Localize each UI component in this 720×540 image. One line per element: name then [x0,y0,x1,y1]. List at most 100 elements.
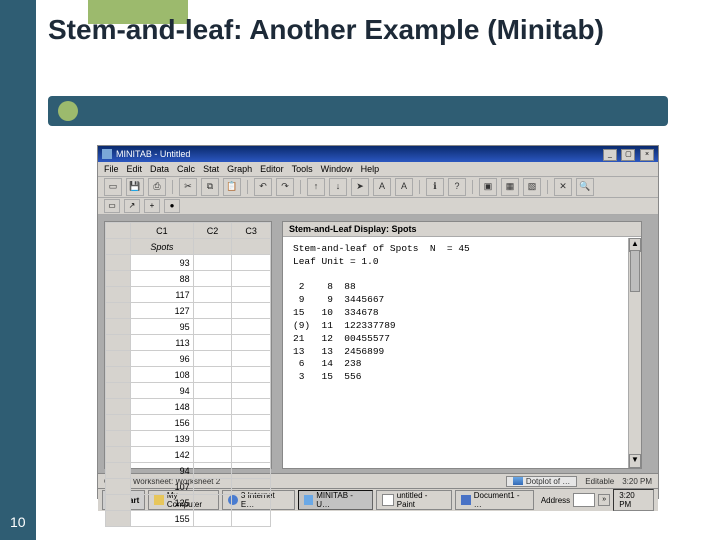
table-row[interactable]: 94 [106,383,271,399]
table-row[interactable]: 148 [106,399,271,415]
row-header[interactable] [106,319,131,335]
col-header-c1[interactable]: C1 [131,223,194,239]
cell-c1[interactable]: 108 [131,367,194,383]
session-output[interactable]: Stem-and-leaf of Spots N = 45 Leaf Unit … [283,237,641,390]
bold-icon[interactable]: A [373,178,391,196]
worksheet-panel[interactable]: C1 C2 C3 Spots 9388117127951139610894148… [104,221,272,469]
row-header[interactable] [106,255,131,271]
cell-c2[interactable] [193,431,232,447]
scroll-down-icon[interactable]: ▼ [629,454,641,468]
info-icon[interactable]: ℹ [426,178,444,196]
table-row[interactable]: 94 [106,463,271,479]
cell-c1[interactable]: 93 [131,255,194,271]
cell-c1[interactable]: 96 [131,351,194,367]
graph-window-icon[interactable]: ▧ [523,178,541,196]
corner-cell[interactable] [106,223,131,239]
row-header[interactable] [106,399,131,415]
menu-window[interactable]: Window [321,164,353,174]
task-word[interactable]: Document1 - … [455,490,534,510]
pointer-icon[interactable]: ➤ [351,178,369,196]
copy-icon[interactable]: ⧉ [201,178,219,196]
table-row[interactable]: 95 [106,319,271,335]
name-row-head[interactable] [106,239,131,255]
row-header[interactable] [106,415,131,431]
cell-c1[interactable]: 127 [131,303,194,319]
cell-c2[interactable] [193,351,232,367]
table-row[interactable]: 88 [106,271,271,287]
row-header[interactable] [106,479,131,495]
arrow-down-icon[interactable]: ↓ [329,178,347,196]
select-icon[interactable]: ▭ [104,199,120,213]
table-row[interactable]: 113 [106,335,271,351]
cell-c1[interactable]: 139 [131,431,194,447]
worksheet-table[interactable]: C1 C2 C3 Spots 9388117127951139610894148… [105,222,271,527]
cell-c1[interactable]: 117 [131,287,194,303]
cell-c3[interactable] [232,415,271,431]
open-icon[interactable]: ▭ [104,178,122,196]
cell-c2[interactable] [193,303,232,319]
table-row[interactable]: 93 [106,255,271,271]
cell-c1[interactable]: 113 [131,335,194,351]
cell-c1[interactable]: 125 [131,495,194,511]
cell-c3[interactable] [232,271,271,287]
cell-c2[interactable] [193,271,232,287]
col-header-c2[interactable]: C2 [193,223,232,239]
row-header[interactable] [106,351,131,367]
cell-c3[interactable] [232,255,271,271]
table-row[interactable]: 155 [106,511,271,527]
cell-c1[interactable]: 155 [131,511,194,527]
task-minitab[interactable]: MINITAB - U… [298,490,374,510]
print-icon[interactable]: ⎙ [148,178,166,196]
cell-c1[interactable]: 142 [131,447,194,463]
cell-c3[interactable] [232,351,271,367]
cell-c2[interactable] [193,383,232,399]
cell-c3[interactable] [232,479,271,495]
cell-c2[interactable] [193,367,232,383]
cell-c3[interactable] [232,319,271,335]
cell-c3[interactable] [232,495,271,511]
cell-c3[interactable] [232,303,271,319]
cell-c3[interactable] [232,367,271,383]
cell-c1[interactable]: 88 [131,271,194,287]
close-button[interactable]: × [640,149,654,161]
col-name-c3[interactable] [232,239,271,255]
cell-c2[interactable] [193,255,232,271]
row-header[interactable] [106,287,131,303]
row-header[interactable] [106,511,131,527]
cell-c1[interactable]: 148 [131,399,194,415]
row-header[interactable] [106,447,131,463]
arrow-up-icon[interactable]: ↑ [307,178,325,196]
menu-file[interactable]: File [104,164,119,174]
cell-c3[interactable] [232,463,271,479]
table-row[interactable]: 108 [106,367,271,383]
cell-c2[interactable] [193,319,232,335]
row-header[interactable] [106,463,131,479]
table-row[interactable]: 156 [106,415,271,431]
cell-c3[interactable] [232,511,271,527]
menu-help[interactable]: Help [361,164,380,174]
menu-edit[interactable]: Edit [127,164,143,174]
menu-graph[interactable]: Graph [227,164,252,174]
cell-c2[interactable] [193,463,232,479]
row-header[interactable] [106,495,131,511]
cell-c1[interactable]: 95 [131,319,194,335]
cell-c3[interactable] [232,399,271,415]
cell-c3[interactable] [232,447,271,463]
table-row[interactable]: 142 [106,447,271,463]
zoom-icon[interactable]: + [144,199,160,213]
address-input[interactable] [573,493,595,507]
maximize-button[interactable]: ▢ [621,149,635,161]
table-row[interactable]: 117 [106,287,271,303]
col-name-c1[interactable]: Spots [131,239,194,255]
minimize-button[interactable]: _ [603,149,617,161]
help-icon[interactable]: ? [448,178,466,196]
row-header[interactable] [106,303,131,319]
cell-c3[interactable] [232,335,271,351]
arrow-icon[interactable]: ↗ [124,199,140,213]
row-header[interactable] [106,271,131,287]
menu-tools[interactable]: Tools [292,164,313,174]
task-paint[interactable]: untitled - Paint [376,490,452,510]
row-header[interactable] [106,431,131,447]
cell-c1[interactable]: 156 [131,415,194,431]
worksheet-window-icon[interactable]: ▦ [501,178,519,196]
